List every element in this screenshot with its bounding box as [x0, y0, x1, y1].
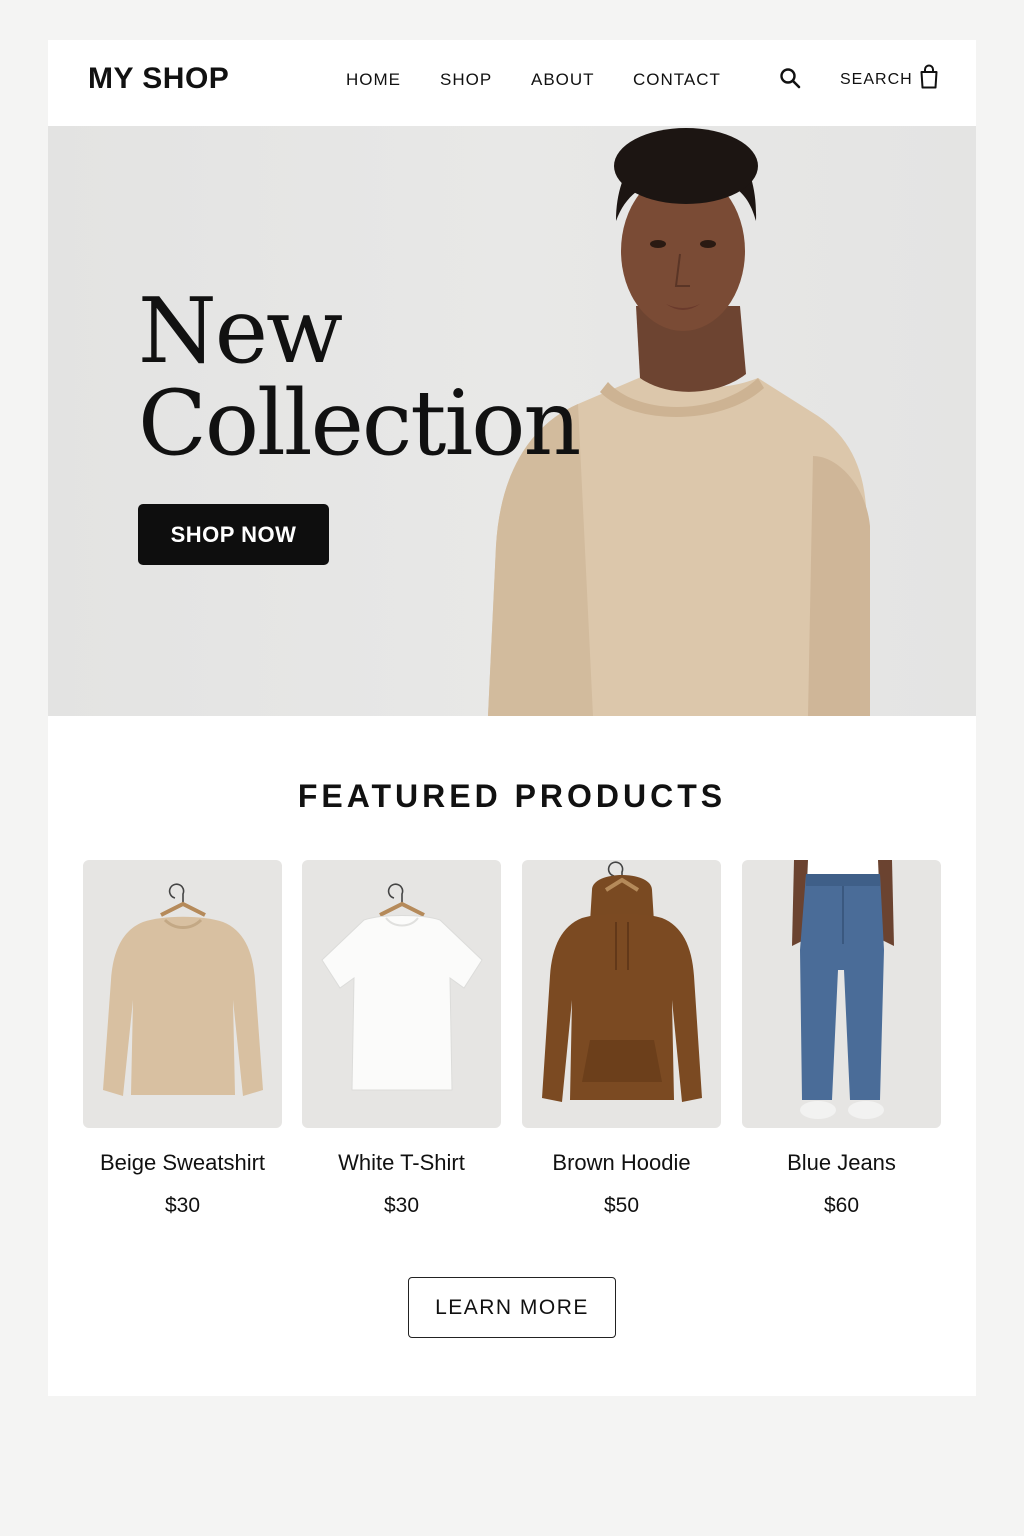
- search-link[interactable]: SEARCH: [840, 71, 913, 89]
- product-name[interactable]: Beige Sweatshirt: [83, 1150, 282, 1176]
- page: MY SHOP HOME SHOP ABOUT CONTACT SEARCH N…: [48, 40, 976, 1396]
- shop-now-button[interactable]: SHOP NOW: [138, 504, 329, 565]
- product-name[interactable]: Blue Jeans: [742, 1150, 941, 1176]
- hero-title: New Collection: [138, 279, 581, 476]
- product-card-beige-sweatshirt[interactable]: Beige Sweatshirt $30: [83, 860, 282, 1218]
- nav-contact[interactable]: CONTACT: [633, 70, 721, 90]
- site-header: MY SHOP HOME SHOP ABOUT CONTACT SEARCH: [48, 40, 976, 126]
- product-image-jeans[interactable]: [742, 860, 941, 1128]
- shopping-bag-icon[interactable]: [918, 64, 940, 90]
- hero-title-line-2: Collection: [138, 371, 581, 476]
- product-card-white-tshirt[interactable]: White T-Shirt $30: [302, 860, 501, 1218]
- product-card-blue-jeans[interactable]: Blue Jeans $60: [742, 860, 941, 1218]
- nav-shop[interactable]: SHOP: [440, 70, 492, 90]
- product-image-hoodie[interactable]: [522, 860, 721, 1128]
- product-card-brown-hoodie[interactable]: Brown Hoodie $50: [522, 860, 721, 1218]
- product-price: $50: [603, 1194, 640, 1217]
- logo[interactable]: MY SHOP: [88, 62, 229, 96]
- product-image-sweatshirt[interactable]: [83, 860, 282, 1128]
- hero-title-line-1: New: [138, 279, 343, 384]
- product-image-tshirt[interactable]: [302, 860, 501, 1128]
- product-price: $30: [164, 1194, 201, 1217]
- learn-more-button[interactable]: LEARN MORE: [408, 1277, 616, 1338]
- nav-about[interactable]: ABOUT: [531, 70, 595, 90]
- product-price: $30: [383, 1194, 420, 1217]
- product-name[interactable]: White T-Shirt: [302, 1150, 501, 1176]
- search-icon[interactable]: [778, 66, 802, 90]
- hero-banner: New Collection SHOP NOW: [48, 126, 976, 716]
- nav-home[interactable]: HOME: [346, 70, 401, 90]
- featured-products-heading: FEATURED PRODUCTS: [297, 778, 727, 814]
- product-name[interactable]: Brown Hoodie: [522, 1150, 721, 1176]
- product-price: $60: [823, 1194, 860, 1217]
